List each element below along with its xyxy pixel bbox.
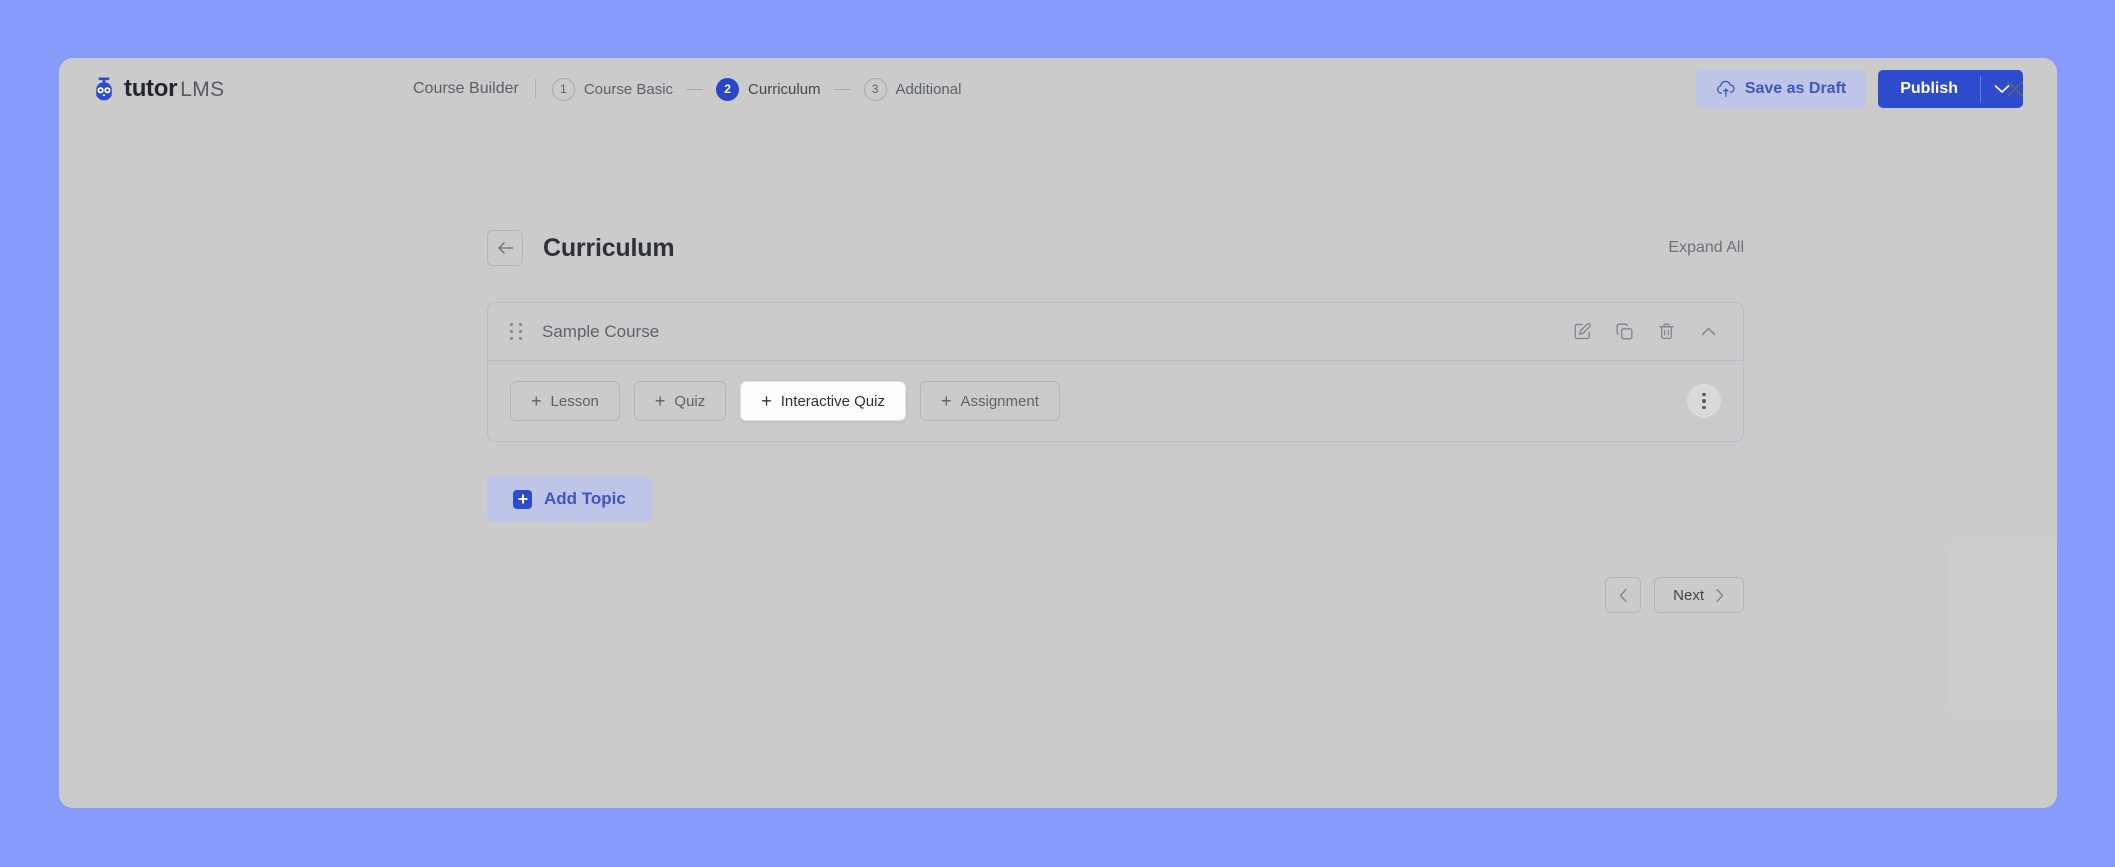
duplicate-icon — [1615, 322, 1634, 341]
topic-actions — [1571, 321, 1719, 343]
topic-content: + Lesson + Quiz + Interactive Quiz + Ass… — [488, 361, 1743, 441]
back-button[interactable] — [487, 230, 523, 266]
course-builder-modal: tutorLMS Course Builder 1 Course Basic 2… — [59, 58, 2057, 808]
edge-panel — [1947, 542, 2057, 714]
add-assignment-label: Assignment — [961, 393, 1039, 410]
collapse-topic-button[interactable] — [1697, 321, 1719, 343]
save-as-draft-button[interactable]: Save as Draft — [1696, 70, 1866, 108]
page-title: Curriculum — [543, 234, 674, 263]
tutor-owl-logo-icon — [91, 76, 117, 102]
add-assignment-button[interactable]: + Assignment — [920, 381, 1060, 421]
curriculum-content: Curriculum Expand All Sample Course — [487, 228, 1744, 613]
stepper-label: Course Builder — [413, 80, 519, 98]
chevron-up-icon — [1699, 322, 1718, 341]
close-icon — [2005, 79, 2025, 99]
pagination: Next — [487, 577, 1744, 613]
trash-icon — [1657, 322, 1676, 341]
publish-button[interactable]: Publish — [1878, 70, 1980, 108]
edit-topic-button[interactable] — [1571, 321, 1593, 343]
duplicate-topic-button[interactable] — [1613, 321, 1635, 343]
cloud-upload-icon — [1716, 80, 1736, 98]
plus-icon: + — [655, 392, 666, 410]
edit-icon — [1573, 322, 1592, 341]
add-topic-button[interactable]: Add Topic — [487, 476, 652, 522]
step-number: 2 — [716, 78, 739, 101]
plus-icon: + — [531, 392, 542, 410]
close-modal-button[interactable] — [1995, 69, 2035, 109]
brand-suffix-text: LMS — [180, 78, 224, 101]
stepper-divider — [535, 79, 536, 99]
add-topic-label: Add Topic — [544, 489, 626, 509]
step-connector — [686, 89, 703, 90]
add-lesson-label: Lesson — [551, 393, 599, 410]
add-interactive-quiz-label: Interactive Quiz — [781, 393, 885, 410]
next-step-label: Next — [1673, 587, 1704, 604]
step-course-basic[interactable]: 1 Course Basic — [552, 78, 673, 101]
step-label: Additional — [896, 81, 962, 98]
step-label: Curriculum — [748, 81, 821, 98]
add-quiz-label: Quiz — [674, 393, 705, 410]
plus-icon: + — [941, 392, 952, 410]
step-number: 3 — [864, 78, 887, 101]
modal-body: Curriculum Expand All Sample Course — [59, 120, 2057, 808]
delete-topic-button[interactable] — [1655, 321, 1677, 343]
topic-card: Sample Course — [487, 302, 1744, 442]
page-header: Curriculum Expand All — [487, 228, 1744, 268]
plus-icon: + — [761, 392, 772, 410]
step-label: Course Basic — [584, 81, 673, 98]
add-interactive-quiz-button[interactable]: + Interactive Quiz — [740, 381, 906, 421]
topbar: tutorLMS Course Builder 1 Course Basic 2… — [59, 58, 2057, 120]
add-lesson-button[interactable]: + Lesson — [510, 381, 620, 421]
arrow-left-icon — [497, 241, 514, 255]
drag-handle-icon[interactable] — [510, 323, 524, 341]
expand-all-button[interactable]: Expand All — [1668, 239, 1744, 257]
step-connector — [834, 89, 851, 90]
topic-more-menu-button[interactable] — [1687, 384, 1721, 418]
add-quiz-button[interactable]: + Quiz — [634, 381, 726, 421]
topic-title: Sample Course — [542, 322, 659, 342]
topic-header: Sample Course — [488, 303, 1743, 361]
course-builder-stepper: Course Builder 1 Course Basic 2 Curricul… — [413, 78, 961, 101]
step-number: 1 — [552, 78, 575, 101]
save-as-draft-label: Save as Draft — [1745, 80, 1846, 98]
brand-name: tutorLMS — [124, 75, 225, 103]
next-step-button[interactable]: Next — [1654, 577, 1744, 613]
chevron-right-icon — [1714, 588, 1725, 603]
previous-step-button[interactable] — [1605, 577, 1641, 613]
step-curriculum[interactable]: 2 Curriculum — [716, 78, 821, 101]
brand-name-text: tutor — [124, 75, 177, 102]
chevron-left-icon — [1618, 588, 1629, 603]
step-additional[interactable]: 3 Additional — [864, 78, 962, 101]
plus-square-icon — [513, 490, 532, 509]
brand: tutorLMS — [91, 75, 401, 103]
